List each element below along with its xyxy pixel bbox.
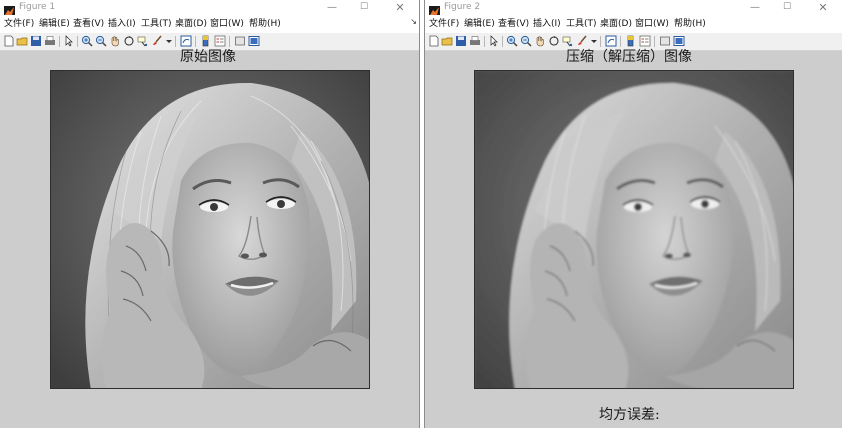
print-icon[interactable]	[469, 35, 481, 47]
menu-file[interactable]: 文件(F)	[4, 18, 34, 30]
save-icon[interactable]	[30, 35, 42, 47]
zoom-out-icon[interactable]	[95, 35, 107, 47]
close-button[interactable]: ✕	[808, 0, 838, 15]
menu-tools[interactable]: 工具(T)	[141, 18, 172, 30]
menu-insert[interactable]: 插入(I)	[108, 18, 136, 30]
pan-icon[interactable]	[109, 35, 121, 47]
menu-window[interactable]: 窗口(W)	[210, 18, 244, 30]
colorbar-icon[interactable]	[200, 35, 212, 47]
menu-edit[interactable]: 编辑(E)	[464, 18, 495, 30]
minimize-button[interactable]: —	[317, 0, 347, 15]
menubar: 文件(F) 编辑(E) 查看(V) 插入(I) 工具(T) 桌面(D) 窗口(W…	[425, 15, 842, 33]
window-title: Figure 2	[444, 2, 481, 12]
menu-desktop[interactable]: 桌面(D)	[175, 18, 207, 30]
open-file-icon[interactable]	[441, 35, 453, 47]
menu-tools[interactable]: 工具(T)	[566, 18, 597, 30]
new-figure-icon[interactable]	[428, 35, 440, 47]
rotate-3d-icon[interactable]	[548, 35, 560, 47]
titlebar: Figure 1 — ☐ ✕	[0, 0, 419, 17]
menu-window[interactable]: 窗口(W)	[635, 18, 669, 30]
menubar: 文件(F) 编辑(E) 查看(V) 插入(I) 工具(T) 桌面(D) 窗口(W…	[0, 15, 419, 33]
menu-edit[interactable]: 编辑(E)	[39, 18, 70, 30]
link-plot-icon[interactable]	[605, 35, 617, 47]
matlab-logo-icon	[4, 2, 15, 17]
figure-1-window: Figure 1 — ☐ ✕ 文件(F) 编辑(E) 查看(V) 插入(I) 工…	[0, 0, 420, 428]
toolbar-separator	[175, 36, 176, 47]
menu-help[interactable]: 帮助(H)	[674, 18, 706, 30]
legend-icon[interactable]	[639, 35, 651, 47]
brush-icon[interactable]	[151, 35, 163, 47]
toolbar-separator	[195, 36, 196, 47]
brush-icon[interactable]	[576, 35, 588, 47]
link-plot-icon[interactable]	[180, 35, 192, 47]
axes-title: 原始图像	[180, 49, 236, 65]
figure-canvas: 原始图像	[0, 49, 419, 428]
zoom-in-icon[interactable]	[81, 35, 93, 47]
toolbar-separator	[654, 36, 655, 47]
close-button[interactable]: ✕	[385, 0, 415, 15]
colorbar-icon[interactable]	[625, 35, 637, 47]
zoom-out-icon[interactable]	[520, 35, 532, 47]
desktop: Figure 1 — ☐ ✕ 文件(F) 编辑(E) 查看(V) 插入(I) 工…	[0, 0, 842, 428]
show-plot-tools-icon[interactable]	[673, 35, 685, 47]
legend-icon[interactable]	[214, 35, 226, 47]
toolbar-separator	[600, 36, 601, 47]
menu-desktop[interactable]: 桌面(D)	[600, 18, 632, 30]
data-cursor-icon[interactable]	[562, 35, 574, 47]
save-icon[interactable]	[455, 35, 467, 47]
hide-plot-tools-icon[interactable]	[659, 35, 671, 47]
print-icon[interactable]	[44, 35, 56, 47]
show-plot-tools-icon[interactable]	[248, 35, 260, 47]
menu-insert[interactable]: 插入(I)	[533, 18, 561, 30]
compressed-image	[474, 70, 794, 389]
maximize-button[interactable]: ☐	[349, 0, 379, 15]
menu-file[interactable]: 文件(F)	[429, 18, 459, 30]
new-figure-icon[interactable]	[3, 35, 15, 47]
maximize-button[interactable]: ☐	[772, 0, 802, 15]
toolbar-separator	[229, 36, 230, 47]
toolbar-separator	[484, 36, 485, 47]
edit-plot-icon[interactable]	[63, 35, 75, 47]
minimize-button[interactable]: —	[740, 0, 770, 15]
figure-2-window: Figure 2 — ☐ ✕ 文件(F) 编辑(E) 查看(V) 插入(I) 工…	[424, 0, 842, 428]
zoom-in-icon[interactable]	[506, 35, 518, 47]
titlebar: Figure 2 — ☐ ✕	[425, 0, 842, 17]
toolbar-separator	[77, 36, 78, 47]
toolbar-separator	[59, 36, 60, 47]
figure-canvas: 压缩（解压缩）图像 均方误差:	[425, 49, 842, 428]
toolbar-separator	[502, 36, 503, 47]
original-image	[50, 70, 370, 389]
axes-xlabel: 均方误差:	[599, 407, 660, 423]
toolbar-separator	[620, 36, 621, 47]
edit-plot-icon[interactable]	[488, 35, 500, 47]
open-file-icon[interactable]	[16, 35, 28, 47]
menu-view[interactable]: 查看(V)	[73, 18, 104, 30]
menu-overflow-arrow-icon[interactable]: ↘	[410, 17, 417, 26]
rotate-3d-icon[interactable]	[123, 35, 135, 47]
pan-icon[interactable]	[534, 35, 546, 47]
hide-plot-tools-icon[interactable]	[234, 35, 246, 47]
menu-help[interactable]: 帮助(H)	[249, 18, 281, 30]
menu-view[interactable]: 查看(V)	[498, 18, 529, 30]
window-title: Figure 1	[19, 2, 56, 12]
matlab-logo-icon	[429, 2, 440, 17]
data-cursor-icon[interactable]	[137, 35, 149, 47]
axes-title: 压缩（解压缩）图像	[566, 49, 692, 65]
